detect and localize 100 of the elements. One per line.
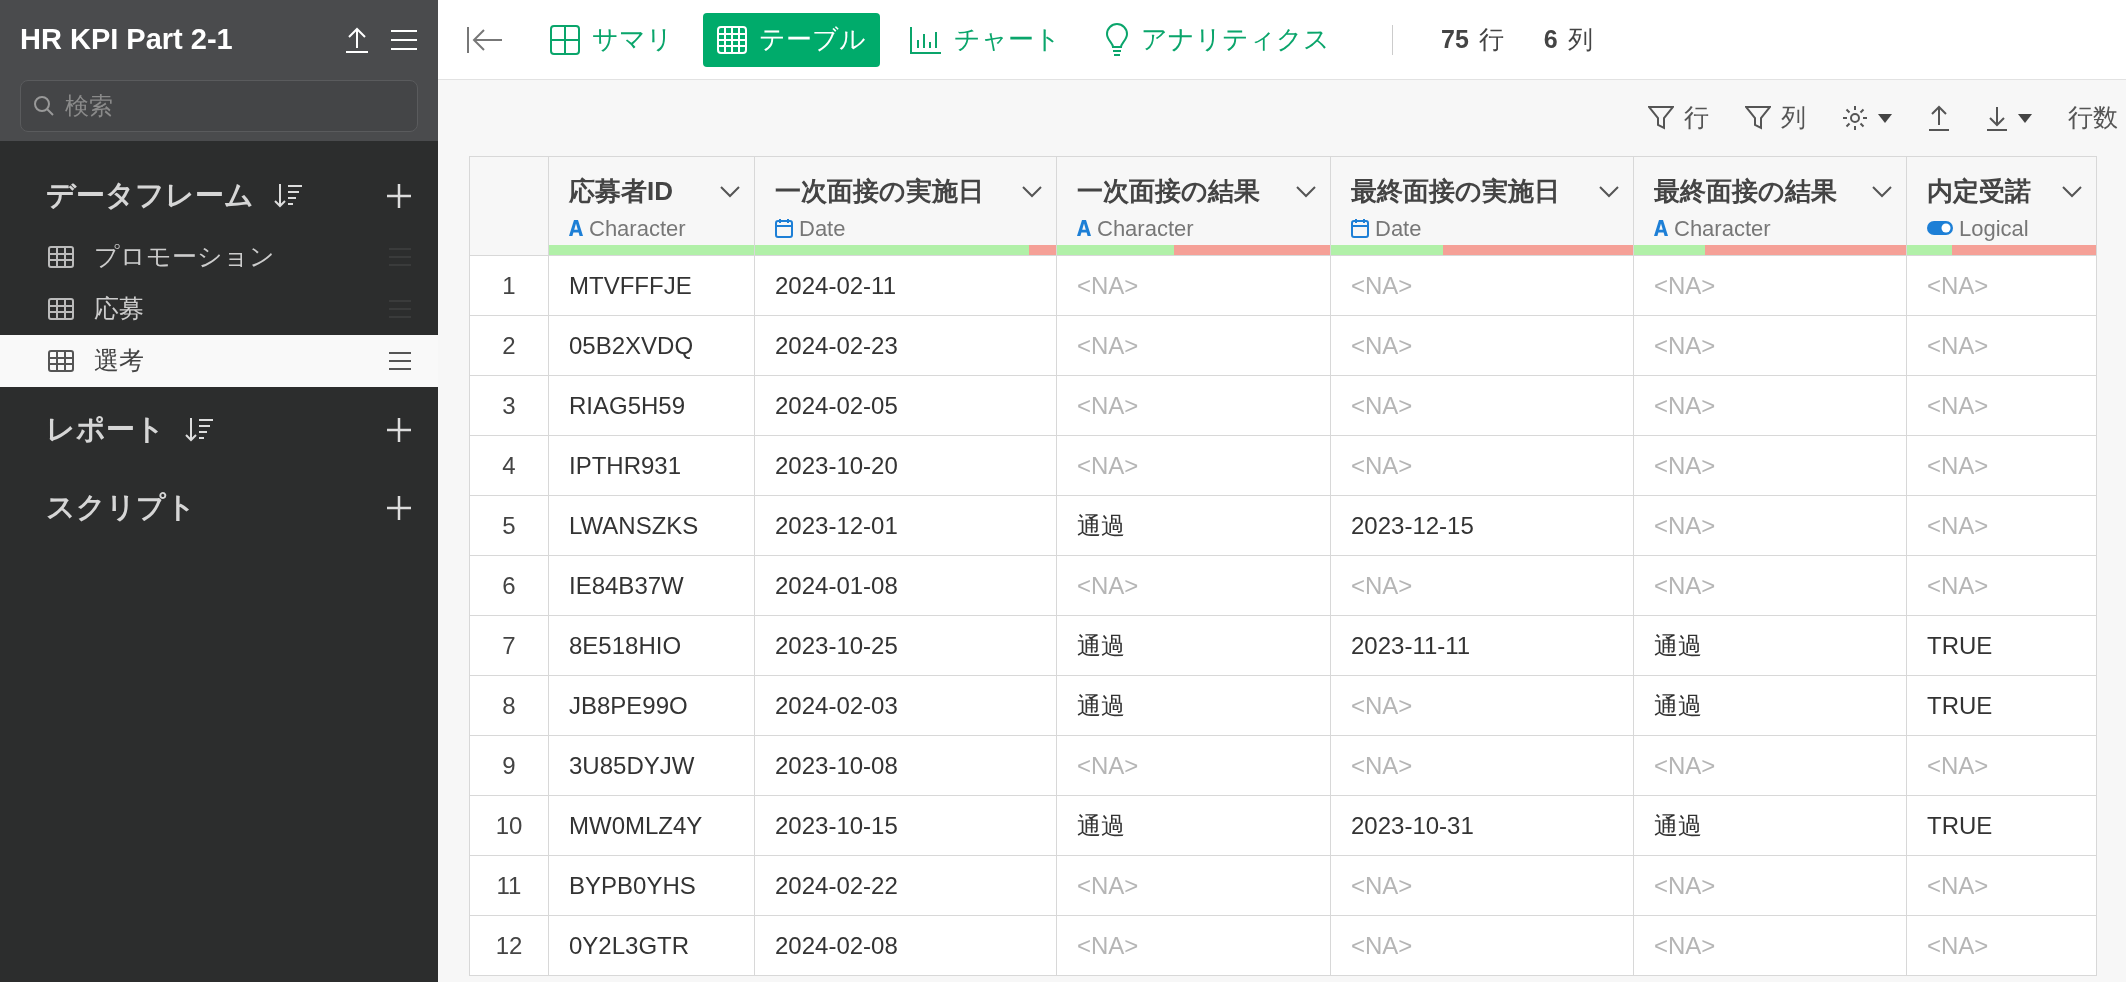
column-header[interactable]: 最終面接の結果 <box>1634 160 1906 211</box>
add-icon[interactable] <box>386 495 412 521</box>
filter-button[interactable]: 行 <box>1648 99 1709 137</box>
table-cell: <NA> <box>1351 451 1413 479</box>
section-heading: データフレーム <box>46 178 254 214</box>
chevron-down-icon[interactable] <box>1296 185 1316 198</box>
filter-icon <box>1745 105 1771 131</box>
column-type: Character <box>1097 214 1194 243</box>
table-cell: <NA> <box>1927 571 1989 599</box>
add-icon[interactable] <box>386 417 412 443</box>
table-cell: 0Y2L3GTR <box>569 931 690 959</box>
filter-button[interactable]: 列 <box>1745 99 1806 137</box>
letter-a-icon <box>569 220 583 236</box>
table-cell: 05B2XVDQ <box>569 331 694 359</box>
download-icon <box>1986 105 2008 131</box>
lightbulb-icon <box>1105 22 1129 57</box>
row-number: 5 <box>502 511 516 539</box>
table-cell: 2023-12-15 <box>1351 511 1474 539</box>
table-cell: 2023-10-25 <box>775 631 898 659</box>
sort-icon[interactable] <box>185 416 215 444</box>
bar-chart-icon <box>910 25 942 54</box>
table-cell: 通過 <box>1077 691 1125 719</box>
table-cell: IE84B37W <box>569 571 684 599</box>
row-number: 1 <box>502 271 516 299</box>
row-number: 7 <box>502 631 516 659</box>
table-cell: 2024-02-03 <box>775 691 898 719</box>
table-cell: <NA> <box>1654 571 1716 599</box>
caret-icon <box>1878 113 1892 123</box>
settings-button[interactable] <box>1842 105 1892 131</box>
dataframe-item[interactable]: 応募 <box>0 283 438 335</box>
table-cell: 通過 <box>1654 811 1702 839</box>
collapse-sidebar-icon[interactable] <box>466 24 504 55</box>
table-cell: <NA> <box>1351 691 1413 719</box>
table-cell: 2023-10-20 <box>775 451 898 479</box>
add-icon[interactable] <box>386 183 412 209</box>
row-number: 4 <box>502 451 516 479</box>
table-cell: 2024-02-23 <box>775 331 898 359</box>
search-field[interactable]: 検索 <box>20 79 418 132</box>
upload-button[interactable] <box>1928 105 1950 131</box>
column-header[interactable]: 最終面接の実施日 <box>1331 160 1633 211</box>
column-header[interactable]: 一次面接の結果 <box>1057 160 1330 211</box>
drag-handle-icon[interactable] <box>388 351 412 371</box>
table-cell: <NA> <box>1077 391 1139 419</box>
upload-icon[interactable] <box>344 25 370 54</box>
table-cell: IPTHR931 <box>569 451 682 479</box>
column-header[interactable]: 一次面接の実施日 <box>755 160 1056 211</box>
chevron-down-icon[interactable] <box>2062 185 2082 198</box>
chevron-down-icon[interactable] <box>1599 185 1619 198</box>
table-cell: <NA> <box>1927 391 1989 419</box>
table-cell: 2024-02-05 <box>775 391 898 419</box>
table-cell: <NA> <box>1077 571 1139 599</box>
table-icon <box>48 298 74 320</box>
column-type: Date <box>799 214 846 243</box>
section-heading: レポート <box>46 412 165 448</box>
table-cell: <NA> <box>1077 451 1139 479</box>
table-cell: 通過 <box>1077 511 1125 539</box>
chevron-down-icon[interactable] <box>1022 185 1042 198</box>
download-button[interactable] <box>1986 105 2032 131</box>
table-cell: <NA> <box>1077 751 1139 779</box>
column-header[interactable]: 応募者ID <box>549 160 754 211</box>
column-type: Logical <box>1959 214 2029 243</box>
table-cell: <NA> <box>1654 871 1716 899</box>
table-cell: 通過 <box>1077 811 1125 839</box>
table-cell: 2023-10-08 <box>775 751 898 779</box>
dataframe-item[interactable]: 選考 <box>0 335 438 387</box>
row-number: 9 <box>502 751 516 779</box>
table-cell: MTVFFFJE <box>569 271 692 299</box>
table-cell: 2023-10-31 <box>1351 811 1474 839</box>
table-cell: <NA> <box>1351 331 1413 359</box>
column-type: Date <box>1375 214 1422 243</box>
row-count-button[interactable]: 行数 <box>2068 99 2118 137</box>
table-cell: <NA> <box>1077 871 1139 899</box>
table-cell: <NA> <box>1654 391 1716 419</box>
table-cell: <NA> <box>1927 331 1989 359</box>
chevron-down-icon[interactable] <box>1872 185 1892 198</box>
table-cell: <NA> <box>1654 271 1716 299</box>
count-unit: 列 <box>1567 23 1593 55</box>
table-cell: <NA> <box>1351 271 1413 299</box>
row-number: 3 <box>502 391 516 419</box>
table-cell: <NA> <box>1927 751 1989 779</box>
section-heading: スクリプト <box>46 490 196 526</box>
letter-a-icon <box>1654 220 1668 236</box>
table-cell: <NA> <box>1077 931 1139 959</box>
dataframe-item[interactable]: プロモーション <box>0 231 438 283</box>
column-header[interactable]: 内定受諾 <box>1907 160 2096 211</box>
chevron-down-icon[interactable] <box>720 185 740 198</box>
row-number: 12 <box>495 931 523 959</box>
search-icon <box>33 94 55 117</box>
filter-icon <box>1648 105 1674 131</box>
table-cell: <NA> <box>1351 871 1413 899</box>
sort-icon[interactable] <box>274 182 304 210</box>
column-type: Character <box>1674 214 1771 243</box>
table-icon <box>717 25 747 54</box>
row-number: 11 <box>496 871 522 899</box>
table-cell: 2024-02-08 <box>775 931 898 959</box>
project-title: HR KPI Part 2-1 <box>20 22 233 57</box>
table-cell: JB8PE99O <box>569 691 688 719</box>
menu-icon[interactable] <box>390 28 418 51</box>
column-type: Character <box>589 214 686 243</box>
row-number: 2 <box>502 331 516 359</box>
